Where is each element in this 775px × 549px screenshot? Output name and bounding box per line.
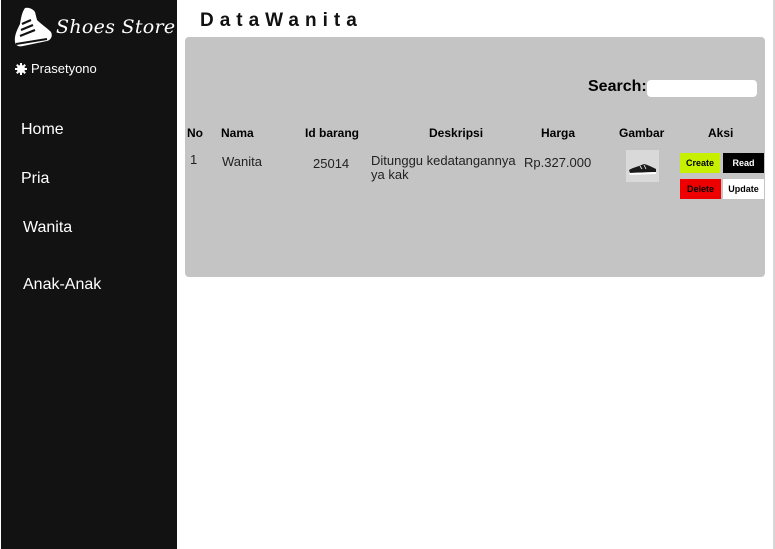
read-button[interactable]: Read <box>723 153 764 173</box>
user-gear-icon <box>15 62 27 75</box>
page-title: DataWanita <box>200 10 363 31</box>
column-header-no: No <box>187 126 203 140</box>
nav-item-pria[interactable]: Pria <box>21 170 49 188</box>
nav-item-home[interactable]: Home <box>21 121 64 139</box>
cell-deskripsi: Ditunggu kedatangannya ya kak <box>371 153 516 182</box>
cell-id-barang: 25014 <box>313 156 350 171</box>
column-header-aksi: Aksi <box>708 126 734 140</box>
column-header-harga: Harga <box>541 126 576 140</box>
column-header-nama: Nama <box>221 126 254 140</box>
search-input[interactable] <box>647 80 757 97</box>
shoe-thumbnail-image <box>626 150 659 182</box>
user-name: Prasetyono <box>31 61 97 76</box>
delete-button[interactable]: Delete <box>680 179 721 199</box>
cell-nama: Wanita <box>222 154 262 169</box>
update-button[interactable]: Update <box>723 179 764 199</box>
nav-item-anak-anak[interactable]: Anak-Anak <box>23 276 101 294</box>
shoe-icon <box>14 7 52 47</box>
user-info: Prasetyono <box>15 61 97 76</box>
nav-item-wanita[interactable]: Wanita <box>23 219 72 237</box>
sidebar: Shoes Store Prasetyono Home Pria Wanita … <box>1 0 177 549</box>
cell-harga: Rp.327.000 <box>524 155 592 170</box>
cell-no: 1 <box>190 152 198 167</box>
brand-logo[interactable]: Shoes Store <box>13 6 177 52</box>
column-header-gambar: Gambar <box>619 126 665 140</box>
search-label: Search: <box>588 78 647 95</box>
brand-name: Shoes Store <box>56 16 176 38</box>
column-header-id-barang: Id barang <box>305 126 360 140</box>
create-button[interactable]: Create <box>680 153 720 173</box>
column-header-deskripsi: Deskripsi <box>429 126 484 140</box>
